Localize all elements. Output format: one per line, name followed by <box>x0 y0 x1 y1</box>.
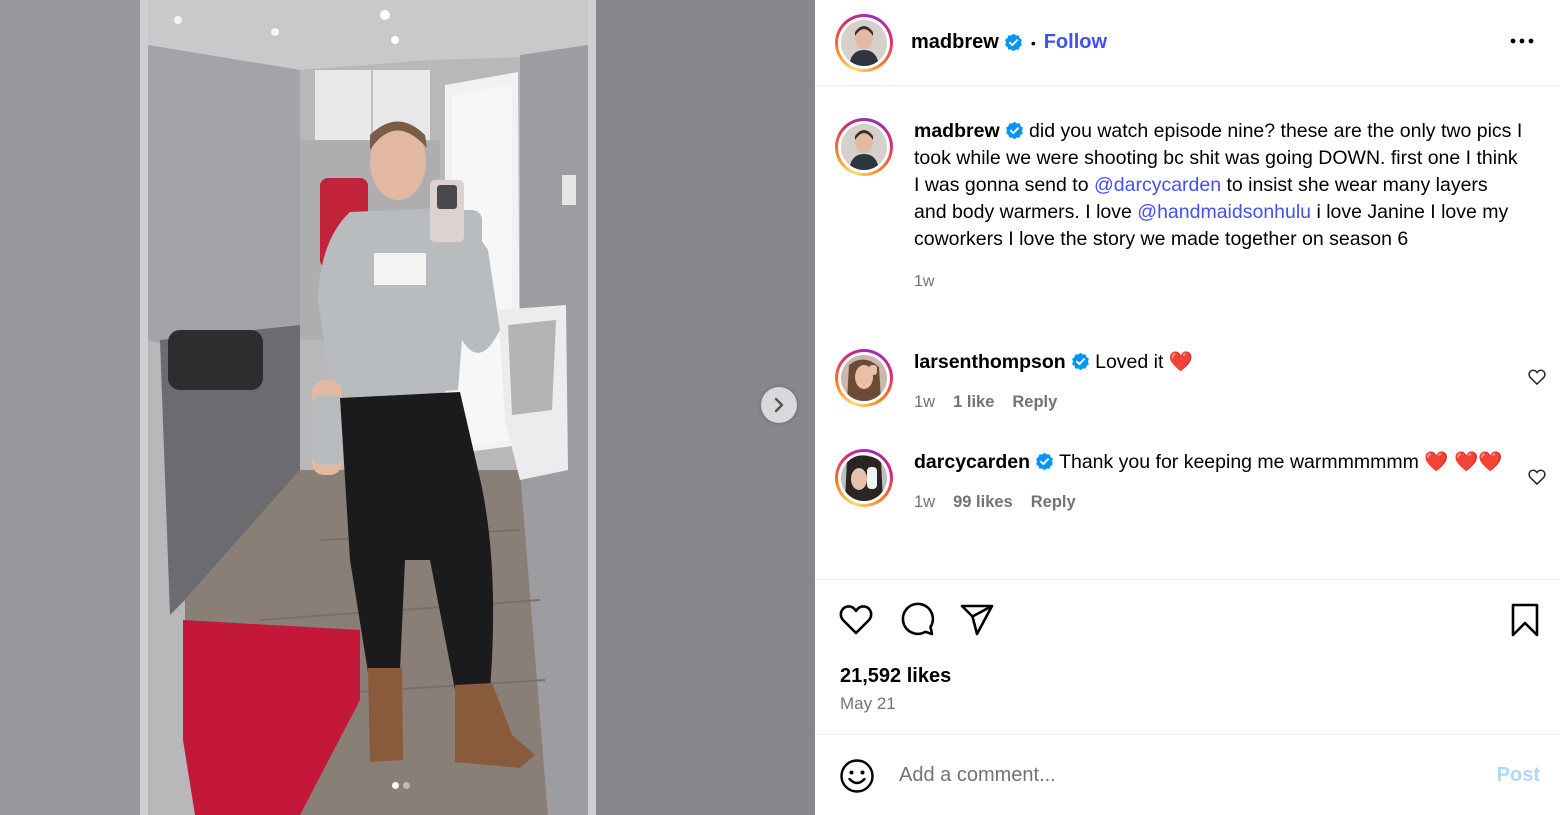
caption-timestamp[interactable]: 1w <box>914 268 1524 295</box>
commenter-username[interactable]: darcycarden <box>914 451 1030 473</box>
more-options-icon[interactable] <box>1508 30 1536 52</box>
verified-badge-icon <box>1036 452 1053 471</box>
caption-author-avatar[interactable] <box>835 118 893 176</box>
comment-composer: Post <box>815 736 1560 815</box>
post-comment-button[interactable]: Post <box>1497 764 1540 787</box>
carousel-dot-active <box>392 782 399 789</box>
comment-reply-button[interactable]: Reply <box>1031 489 1076 516</box>
comment-meta: 1w 99 likes Reply <box>914 489 1504 516</box>
chevron-right-icon <box>774 397 784 413</box>
comment-item: darcycarden Thank you for keeping me war… <box>835 449 1555 516</box>
verified-badge-icon <box>1004 33 1022 52</box>
post-actions: 21,592 likes May 21 <box>815 579 1560 735</box>
mention-link-darcycarden[interactable]: @darcycarden <box>1094 174 1221 196</box>
comment-text: Loved it <box>1095 351 1169 373</box>
post-date[interactable]: May 21 <box>840 694 896 714</box>
commenter-username[interactable]: larsenthompson <box>914 351 1066 373</box>
carousel-next-button[interactable] <box>761 387 797 423</box>
mirror-selfie-photo <box>0 0 815 815</box>
mention-link-handmaidsonhulu[interactable]: @handmaidsonhulu <box>1137 201 1311 223</box>
author-avatar[interactable] <box>835 13 893 72</box>
comment-like-count[interactable]: 99 likes <box>953 489 1013 516</box>
comment-text: Thank you for keeping me warmmmmmm <box>1059 451 1425 473</box>
comment-timestamp[interactable]: 1w <box>914 389 935 416</box>
emoji-icon[interactable] <box>839 758 875 794</box>
comment-like-heart-icon[interactable] <box>1527 367 1547 387</box>
separator-dot: • <box>1030 34 1036 51</box>
share-icon[interactable] <box>957 600 997 640</box>
comment-meta: 1w 1 like Reply <box>914 389 1504 416</box>
post-side-panel: madbrew • Follow madbrew did you watch e… <box>815 0 1560 815</box>
carousel-indicator <box>392 782 410 789</box>
comment-like-heart-icon[interactable] <box>1527 467 1547 487</box>
post-media[interactable] <box>0 0 815 815</box>
follow-button[interactable]: Follow <box>1044 31 1107 54</box>
carousel-dot <box>403 782 410 789</box>
like-heart-icon[interactable] <box>836 600 876 640</box>
comment-input[interactable] <box>899 764 1459 787</box>
post-caption: madbrew did you watch episode nine? thes… <box>835 118 1545 295</box>
commenter-avatar[interactable] <box>835 349 893 407</box>
comment-like-count[interactable]: 1 like <box>953 389 994 416</box>
post-like-count[interactable]: 21,592 likes <box>840 665 951 688</box>
heart-emoji: ❤️ <box>1168 351 1194 373</box>
author-avatar-image <box>841 19 887 66</box>
verified-badge-icon <box>1005 121 1023 140</box>
comment-reply-button[interactable]: Reply <box>1012 389 1057 416</box>
caption-text: madbrew did you watch episode nine? thes… <box>914 118 1524 295</box>
verified-badge-icon <box>1071 352 1089 371</box>
comment-item: larsenthompson Loved it ❤️ 1w 1 like Rep… <box>835 349 1555 416</box>
comment-icon[interactable] <box>897 600 937 640</box>
bookmark-icon[interactable] <box>1505 600 1545 640</box>
post-header: madbrew • Follow <box>815 0 1560 86</box>
commenter-avatar[interactable] <box>835 449 893 507</box>
comment-timestamp[interactable]: 1w <box>914 489 935 516</box>
caption-author-username[interactable]: madbrew <box>914 120 1000 142</box>
author-username[interactable]: madbrew <box>911 31 999 54</box>
heart-emoji: ❤️ ❤️❤️ <box>1424 451 1503 473</box>
